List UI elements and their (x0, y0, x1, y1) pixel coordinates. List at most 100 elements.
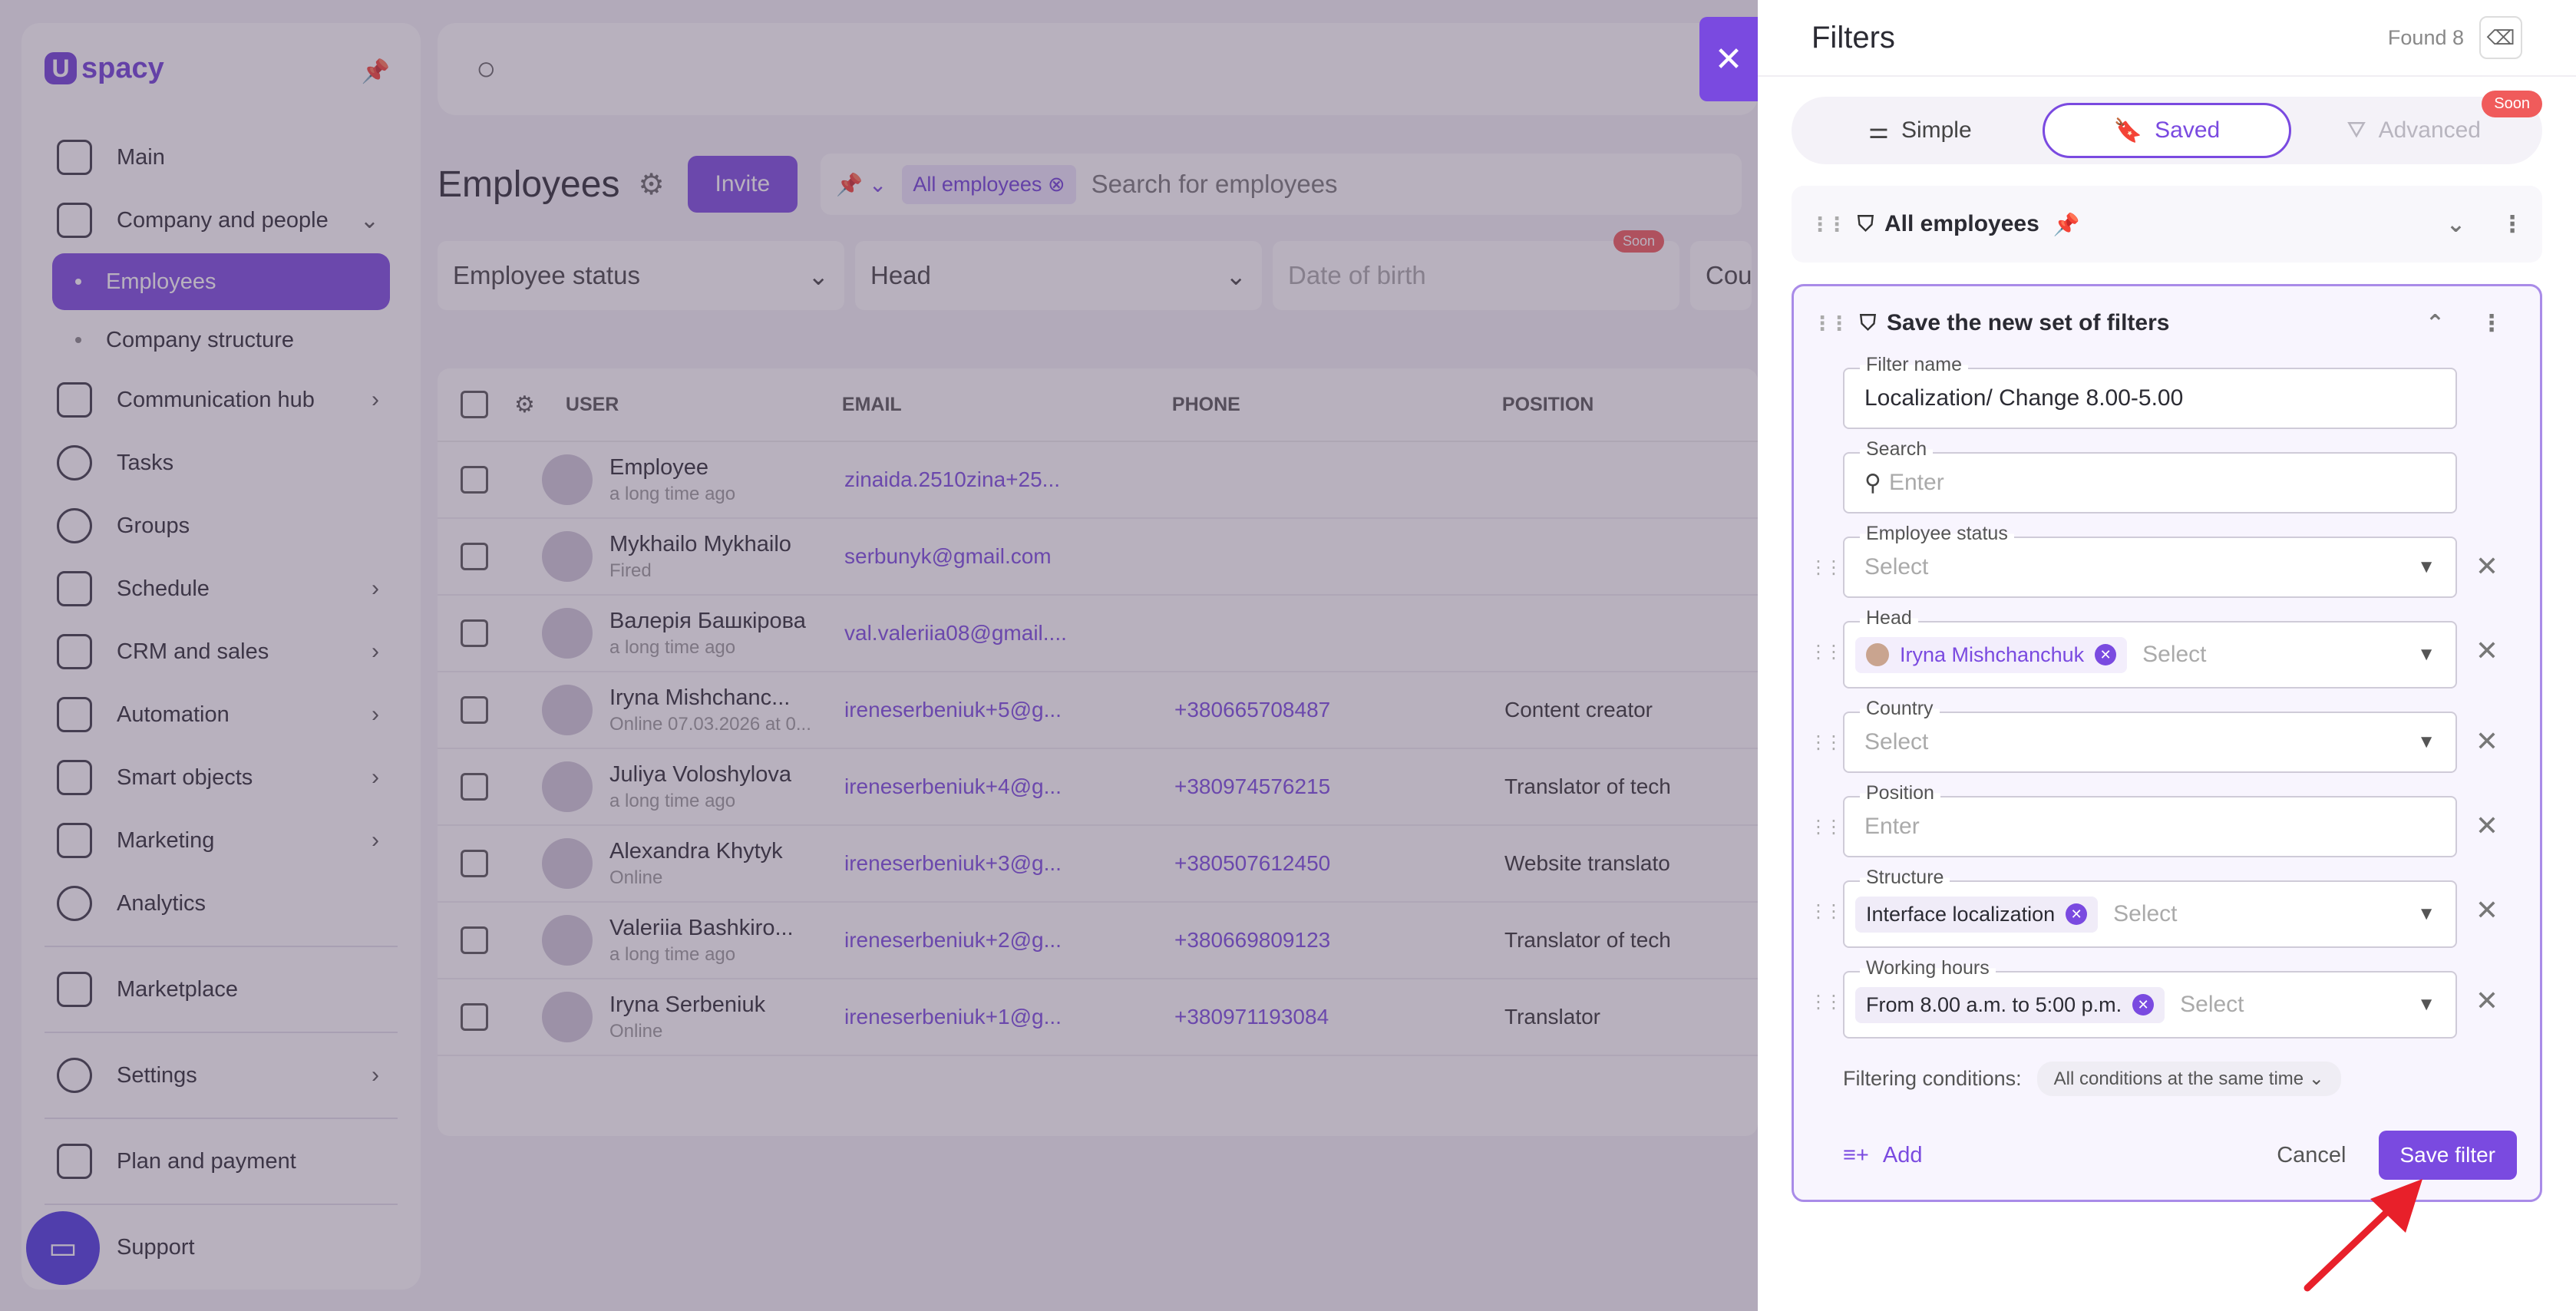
remove-chip-icon[interactable]: ✕ (2132, 994, 2155, 1015)
input-placeholder: Enter (1864, 814, 1920, 839)
tab-simple[interactable]: ⚌ Simple (1798, 103, 2043, 158)
pin-icon[interactable]: 📌 (2053, 212, 2080, 237)
set-actions: ⌃ ⋮ (2426, 310, 2503, 337)
chevron-up-icon[interactable]: ⌃ (2426, 310, 2445, 337)
bookmark-icon: ⛉ (1858, 211, 1874, 236)
bookmark-icon: ⛉ (1860, 310, 1877, 335)
avatar (1866, 643, 1889, 666)
drag-handle-icon[interactable]: ⋮⋮ (1809, 900, 1843, 923)
caret-down-icon: ▼ (2417, 556, 2436, 577)
field-label: Position (1860, 782, 1940, 804)
employee-status-select[interactable]: Employee status Select ▼ (1843, 523, 2457, 598)
structure-select[interactable]: Structure Interface localization ✕ Selec… (1843, 867, 2457, 948)
search-field[interactable]: Search ⚲ Enter (1843, 438, 2457, 514)
filter-fields: Filter name Localization/ Change 8.00-5.… (1809, 354, 2498, 1039)
filters-panel: Filters Found 8 ⌫ ⚌ Simple 🔖 Saved ⛛ Advanc… (1758, 0, 2576, 1311)
modal-overlay[interactable] (0, 0, 1758, 1311)
filter-name-value: Localization/ Change 8.00-5.00 (1864, 385, 2184, 411)
search-icon: ⚲ (1864, 470, 1881, 496)
remove-field-icon[interactable]: ✕ (2475, 985, 2498, 1017)
saved-set-name: All employees (1884, 211, 2039, 236)
drag-handle-icon[interactable]: ⋮⋮ (1809, 816, 1843, 838)
drag-handle-icon[interactable]: ⋮⋮ (1812, 312, 1849, 335)
field-label: Head (1860, 607, 1918, 629)
drag-handle-icon[interactable]: ⋮⋮ (1809, 731, 1843, 754)
drag-handle-icon[interactable]: ⋮⋮ (1809, 641, 1843, 663)
found-text: Found 8 (2387, 25, 2464, 49)
working-hours-select[interactable]: Working hours From 8.00 a.m. to 5:00 p.m… (1843, 957, 2457, 1039)
chip-label: Interface localization (1866, 902, 2056, 926)
field-label: Filter name (1860, 354, 1969, 376)
select-placeholder: Select (2180, 992, 2244, 1017)
caret-down-icon: ▼ (2417, 903, 2436, 924)
more-vertical-icon[interactable]: ⋮ (2501, 211, 2524, 238)
conditions-label: Filtering conditions: (1843, 1067, 2022, 1090)
cancel-button[interactable]: Cancel (2277, 1143, 2346, 1168)
eraser-icon[interactable]: ⌫ (2479, 16, 2522, 59)
filter-mode-tabs: ⚌ Simple 🔖 Saved ⛛ Advanced Soon (1792, 91, 2542, 164)
field-label: Structure (1860, 867, 1950, 889)
filter-name-row: Filter name Localization/ Change 8.00-5.… (1843, 354, 2457, 429)
close-panel-button[interactable]: ✕ (1699, 17, 1758, 101)
tab-label: Advanced (2378, 117, 2481, 143)
filter-name-field[interactable]: Filter name Localization/ Change 8.00-5.… (1843, 354, 2457, 429)
employee-status-row: ⋮⋮ Employee status Select ▼ ✕ (1809, 523, 2498, 598)
remove-field-icon[interactable]: ✕ (2475, 550, 2498, 583)
tab-saved[interactable]: 🔖 Saved (2042, 103, 2292, 158)
search-row: Search ⚲ Enter (1843, 438, 2457, 514)
drag-handle-icon[interactable]: ⋮⋮ (1809, 991, 1843, 1013)
remove-chip-icon[interactable]: ✕ (2095, 644, 2117, 665)
country-select[interactable]: Country Select ▼ (1843, 698, 2457, 773)
new-set-header: ⋮⋮ ⛉ Save the new set of filters ⌃ ⋮ (1812, 306, 2522, 340)
drag-handle-icon[interactable]: ⋮⋮ (1809, 556, 1843, 579)
panel-body: ⚌ Simple 🔖 Saved ⛛ Advanced Soon ⋮⋮ ⛉ All e… (1792, 91, 2542, 1202)
remove-chip-icon[interactable]: ✕ (2066, 903, 2088, 925)
chevron-down-icon[interactable]: ⌄ (2446, 211, 2465, 238)
chevron-down-icon: ⌄ (2308, 1068, 2324, 1089)
soon-badge: Soon (2482, 91, 2542, 117)
caret-down-icon: ▼ (2417, 731, 2436, 752)
found-count: Found 8 ⌫ (2388, 16, 2522, 59)
drag-handle-icon[interactable]: ⋮⋮ (1810, 213, 1847, 236)
filter-icon: ⛛ (2346, 117, 2366, 143)
remove-field-icon[interactable]: ✕ (2475, 635, 2498, 667)
sliders-icon: ⚌ (1868, 117, 1889, 144)
filtering-conditions: Filtering conditions: All conditions at … (1843, 1062, 2522, 1096)
panel-title: Filters (1811, 20, 1895, 54)
more-vertical-icon[interactable]: ⋮ (2480, 310, 2503, 337)
select-placeholder: Select (2142, 642, 2207, 667)
conditions-value: All conditions at the same time (2053, 1068, 2304, 1089)
structure-chip: Interface localization ✕ (1855, 896, 2099, 933)
close-icon: ✕ (1714, 40, 1743, 78)
select-placeholder: Select (1864, 729, 1929, 755)
select-placeholder: Select (2113, 901, 2178, 926)
new-filter-set: ⋮⋮ ⛉ Save the new set of filters ⌃ ⋮ Fil… (1792, 284, 2542, 1202)
remove-field-icon[interactable]: ✕ (2475, 810, 2498, 842)
country-row: ⋮⋮ Country Select ▼ ✕ (1809, 698, 2498, 773)
annotation-arrow-icon (2304, 1179, 2422, 1292)
position-row: ⋮⋮ Position Enter ✕ (1809, 782, 2498, 857)
head-select[interactable]: Head Iryna Mishchanchuk ✕ Select ▼ (1843, 607, 2457, 689)
panel-header: Filters Found 8 ⌫ (1758, 0, 2576, 77)
field-label: Country (1860, 698, 1940, 720)
add-label: Add (1882, 1142, 1923, 1167)
tab-label: Simple (1901, 117, 1972, 143)
position-input[interactable]: Position Enter (1843, 782, 2457, 857)
chip-label: From 8.00 a.m. to 5:00 p.m. (1866, 992, 2122, 1016)
working-hours-chip: From 8.00 a.m. to 5:00 p.m. ✕ (1855, 986, 2165, 1023)
head-row: ⋮⋮ Head Iryna Mishchanchuk ✕ Select ▼ ✕ (1809, 607, 2498, 689)
head-chip: Iryna Mishchanchuk ✕ (1855, 636, 2128, 673)
field-label: Working hours (1860, 957, 1996, 979)
saved-set-all-employees[interactable]: ⋮⋮ ⛉ All employees 📌 ⌄ ⋮ (1792, 186, 2542, 263)
chip-label: Iryna Mishchanchuk (1900, 642, 2085, 666)
remove-field-icon[interactable]: ✕ (2475, 894, 2498, 926)
remove-field-icon[interactable]: ✕ (2475, 725, 2498, 758)
add-list-icon: ≡+ (1843, 1142, 1869, 1167)
caret-down-icon: ▼ (2417, 994, 2436, 1015)
select-placeholder: Select (1864, 554, 1929, 580)
new-set-title: Save the new set of filters (1887, 310, 2170, 335)
tab-label: Saved (2155, 117, 2221, 143)
conditions-dropdown[interactable]: All conditions at the same time ⌄ (2036, 1062, 2341, 1096)
field-label: Search (1860, 438, 1934, 461)
add-filter-button[interactable]: ≡+ Add (1843, 1143, 1922, 1168)
